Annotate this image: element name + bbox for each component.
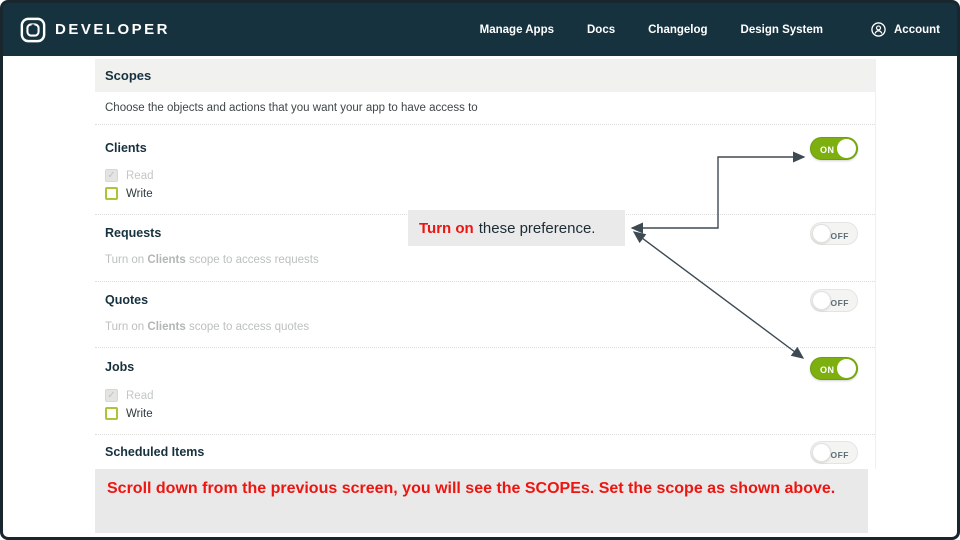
clients-write-row: Write — [105, 187, 153, 200]
hint-bold: Clients — [147, 254, 185, 266]
account-label: Account — [894, 24, 940, 36]
scopes-header-band: Scopes — [95, 59, 875, 92]
bottom-instruction-note: Scroll down from the previous screen, yo… — [95, 469, 868, 533]
divider — [95, 281, 875, 282]
read-checkbox-label: Read — [126, 390, 154, 402]
account-icon — [871, 22, 886, 37]
divider — [95, 434, 875, 435]
toggle-knob — [812, 291, 831, 310]
clients-toggle[interactable]: ON — [810, 137, 858, 160]
brand-title: DEVELOPER — [55, 21, 170, 38]
top-nav: DEVELOPER Manage Apps Docs Changelog Des… — [3, 3, 957, 56]
hint-text: scope to access quotes — [186, 321, 309, 333]
toggle-knob — [837, 139, 856, 158]
nav-design-system[interactable]: Design System — [741, 24, 823, 36]
content-right-edge — [875, 59, 876, 469]
quotes-toggle[interactable]: OFF — [810, 289, 858, 312]
annotation-tooltip: Turn on these preference. — [408, 210, 625, 246]
write-checkbox-label: Write — [126, 408, 153, 420]
nav-manage-apps[interactable]: Manage Apps — [480, 24, 554, 36]
section-title-quotes: Quotes — [105, 293, 148, 307]
clients-toggle-state: ON — [820, 145, 835, 155]
toggle-knob — [837, 359, 856, 378]
divider — [95, 124, 875, 125]
brand-logo-icon — [20, 17, 46, 43]
hint-text: scope to access requests — [186, 254, 319, 266]
nav-docs[interactable]: Docs — [587, 24, 615, 36]
quotes-toggle-state: OFF — [831, 298, 850, 308]
section-title-scheduled-items: Scheduled Items — [105, 445, 204, 459]
jobs-write-row: Write — [105, 407, 153, 420]
tooltip-emphasis: Turn on — [419, 220, 474, 237]
quotes-hint: Turn on Clients scope to access quotes — [105, 321, 309, 333]
section-title-clients: Clients — [105, 141, 147, 155]
requests-hint: Turn on Clients scope to access requests — [105, 254, 319, 266]
requests-toggle-state: OFF — [831, 231, 850, 241]
jobs-toggle[interactable]: ON — [810, 357, 858, 380]
toggle-knob — [812, 224, 831, 243]
write-checkbox[interactable] — [105, 407, 118, 420]
jobs-read-row: ✓ Read — [105, 389, 154, 402]
arrow-to-jobs-toggle — [634, 232, 803, 358]
read-checkbox[interactable]: ✓ — [105, 389, 118, 402]
read-checkbox[interactable]: ✓ — [105, 169, 118, 182]
brand[interactable]: DEVELOPER — [20, 17, 170, 43]
write-checkbox[interactable] — [105, 187, 118, 200]
toggle-knob — [812, 443, 831, 462]
hint-bold: Clients — [147, 321, 185, 333]
scheduled-items-toggle[interactable]: OFF — [810, 441, 858, 464]
hint-text: Turn on — [105, 254, 147, 266]
scheduled-items-toggle-state: OFF — [831, 450, 850, 460]
account-menu[interactable]: Account — [871, 22, 940, 37]
nav-changelog[interactable]: Changelog — [648, 24, 707, 36]
nav-links: Manage Apps Docs Changelog Design System — [480, 24, 823, 36]
tooltip-text: these preference. — [479, 220, 596, 237]
clients-read-row: ✓ Read — [105, 169, 154, 182]
section-title-jobs: Jobs — [105, 360, 134, 374]
section-title-requests: Requests — [105, 226, 161, 240]
requests-toggle[interactable]: OFF — [810, 222, 858, 245]
write-checkbox-label: Write — [126, 188, 153, 200]
jobs-toggle-state: ON — [820, 365, 835, 375]
hint-text: Turn on — [105, 321, 147, 333]
scopes-description: Choose the objects and actions that you … — [105, 102, 478, 114]
scopes-title: Scopes — [105, 68, 151, 83]
arrow-to-clients-toggle — [632, 157, 804, 228]
read-checkbox-label: Read — [126, 170, 154, 182]
divider — [95, 347, 875, 348]
